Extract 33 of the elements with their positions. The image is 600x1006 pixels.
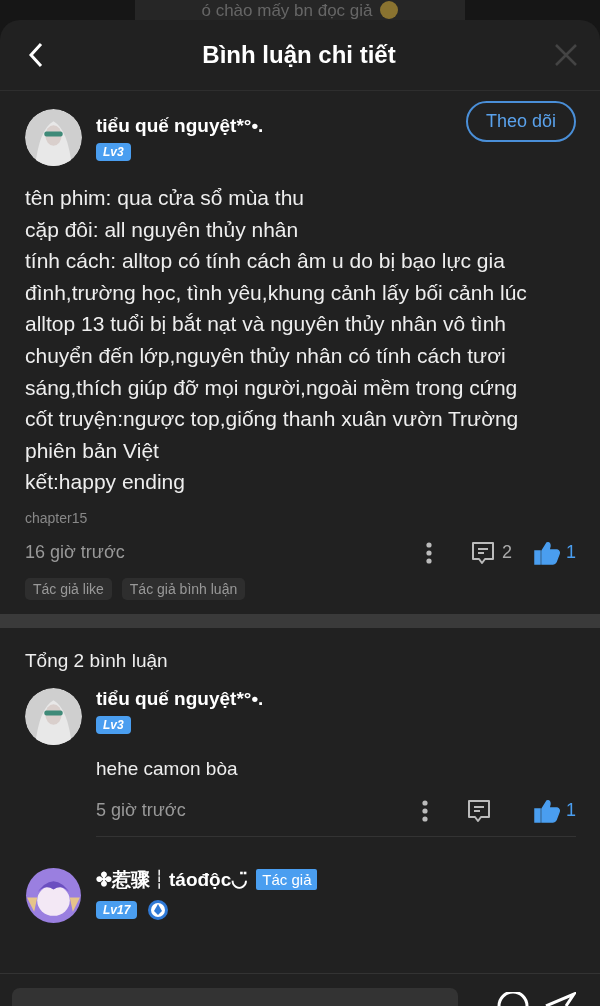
more-icon[interactable]	[422, 799, 428, 822]
like-count: 1	[566, 800, 576, 822]
user-name[interactable]: tiểu quế nguyệt*°•.	[96, 114, 264, 137]
comment-text: tên phim: qua cửa sổ mùa thu	[25, 185, 306, 211]
user-name[interactable]: ✤惹骤┆táođộc◡̈	[96, 866, 249, 893]
reply-count: 2	[501, 542, 512, 564]
emoji-icon[interactable]	[496, 992, 530, 1006]
user-name[interactable]: tiểu quế nguyệt*°•.	[96, 687, 264, 710]
tag: Tác giả like	[25, 577, 112, 600]
comment-text: cặp đôi: all nguyên thủy nhân	[25, 216, 300, 243]
like-count: 1	[566, 542, 576, 564]
author-badge: Tác giả	[256, 869, 318, 891]
comment-icon[interactable]	[466, 797, 492, 824]
comment-icon[interactable]	[469, 539, 496, 566]
sheet-title: Bình luận chi tiết	[202, 41, 396, 69]
back-icon[interactable]	[28, 42, 44, 68]
post-text: ó chào mấy bn đọc giả	[201, 1, 373, 20]
comment-time: 16 giờ trước	[25, 542, 126, 564]
reply-time: 5 giờ trước	[96, 800, 187, 822]
replies-total: Tổng 2 bình luận	[25, 649, 168, 671]
tag: Tác giả bình luận	[121, 577, 246, 600]
send-icon[interactable]	[544, 992, 576, 1006]
thumbs-up-icon[interactable]	[534, 798, 560, 823]
level-badge: Lv17	[96, 900, 138, 919]
level-badge: Lv3	[96, 715, 131, 734]
reply-text: hehe camon bòa	[96, 757, 238, 780]
more-icon[interactable]	[425, 541, 432, 564]
follow-button[interactable]: Theo dõi	[465, 101, 576, 142]
level-badge: Lv3	[96, 142, 131, 161]
thumbs-up-icon[interactable]	[534, 540, 560, 565]
chapter-label: chapter15	[25, 509, 89, 526]
emoji-icon	[378, 0, 399, 20]
comment-text: kết:happy ending	[25, 469, 186, 496]
